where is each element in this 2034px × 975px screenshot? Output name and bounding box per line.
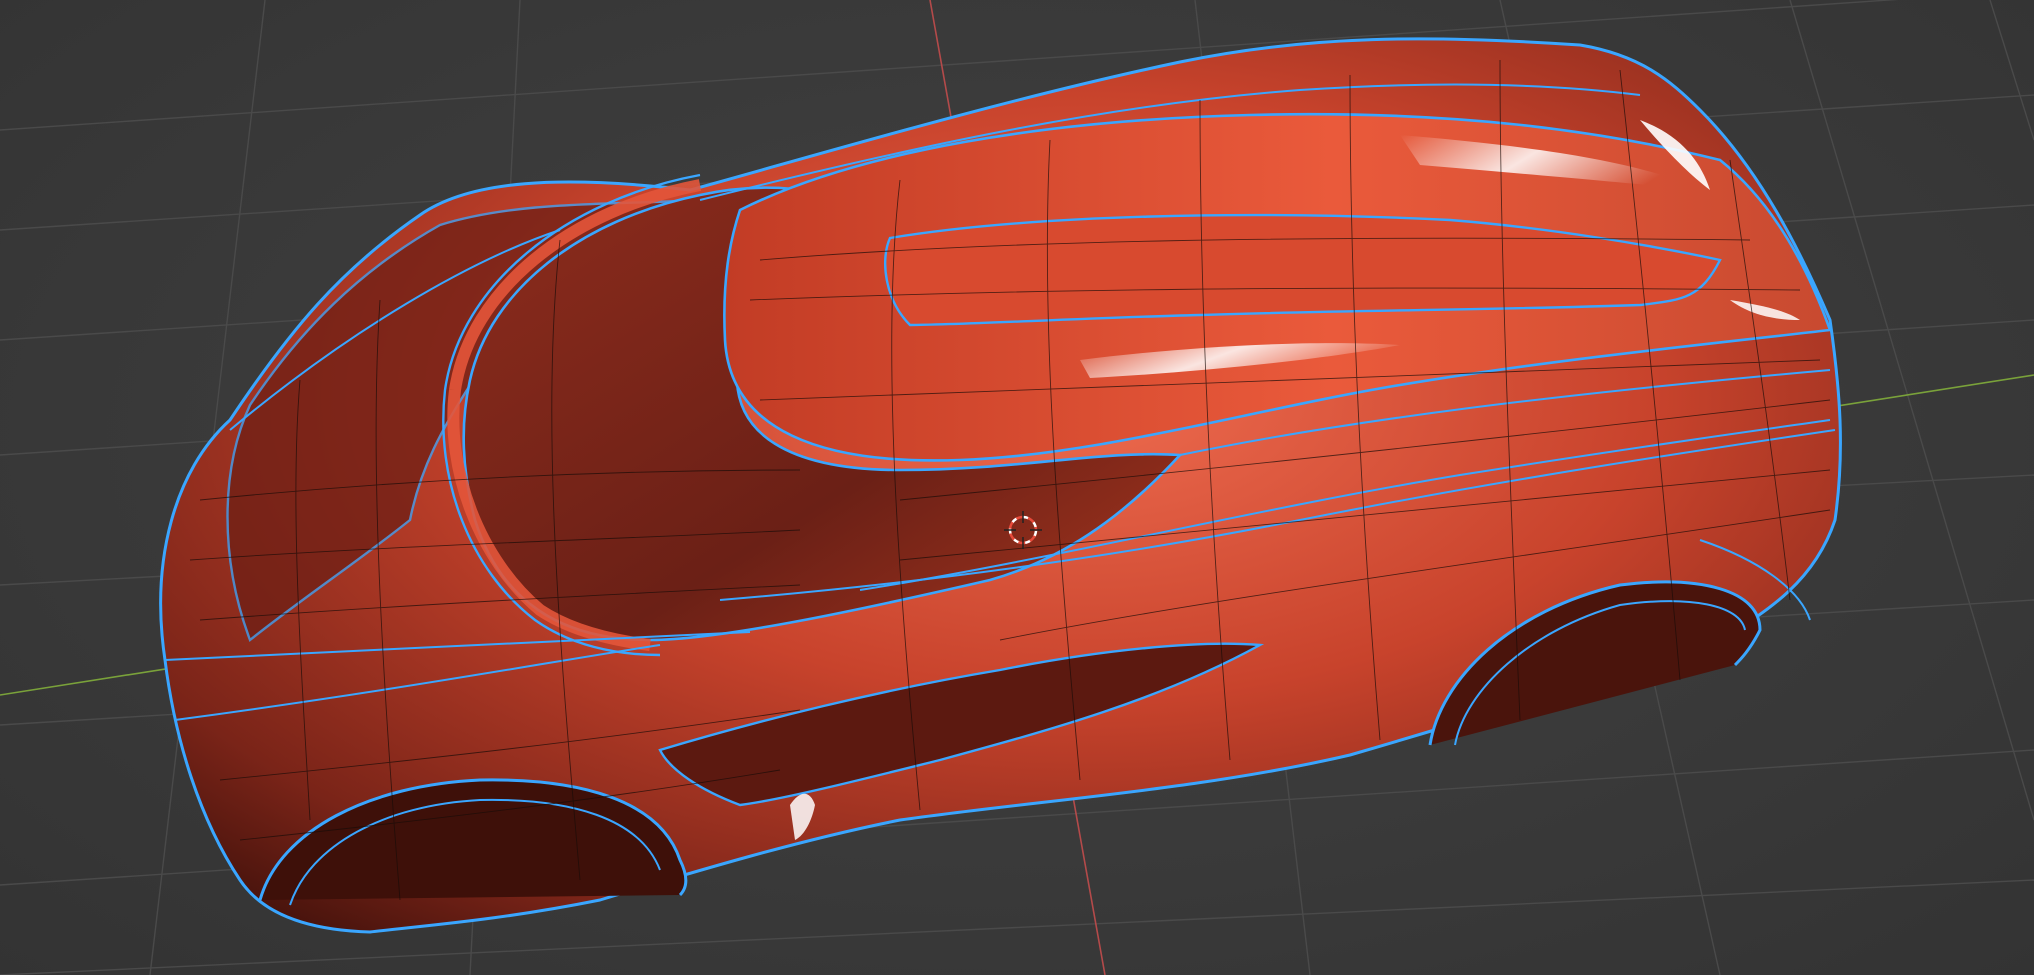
car-body-mesh[interactable] [159,37,1842,934]
viewport-canvas[interactable] [0,0,2034,975]
3d-viewport[interactable] [0,0,2034,975]
